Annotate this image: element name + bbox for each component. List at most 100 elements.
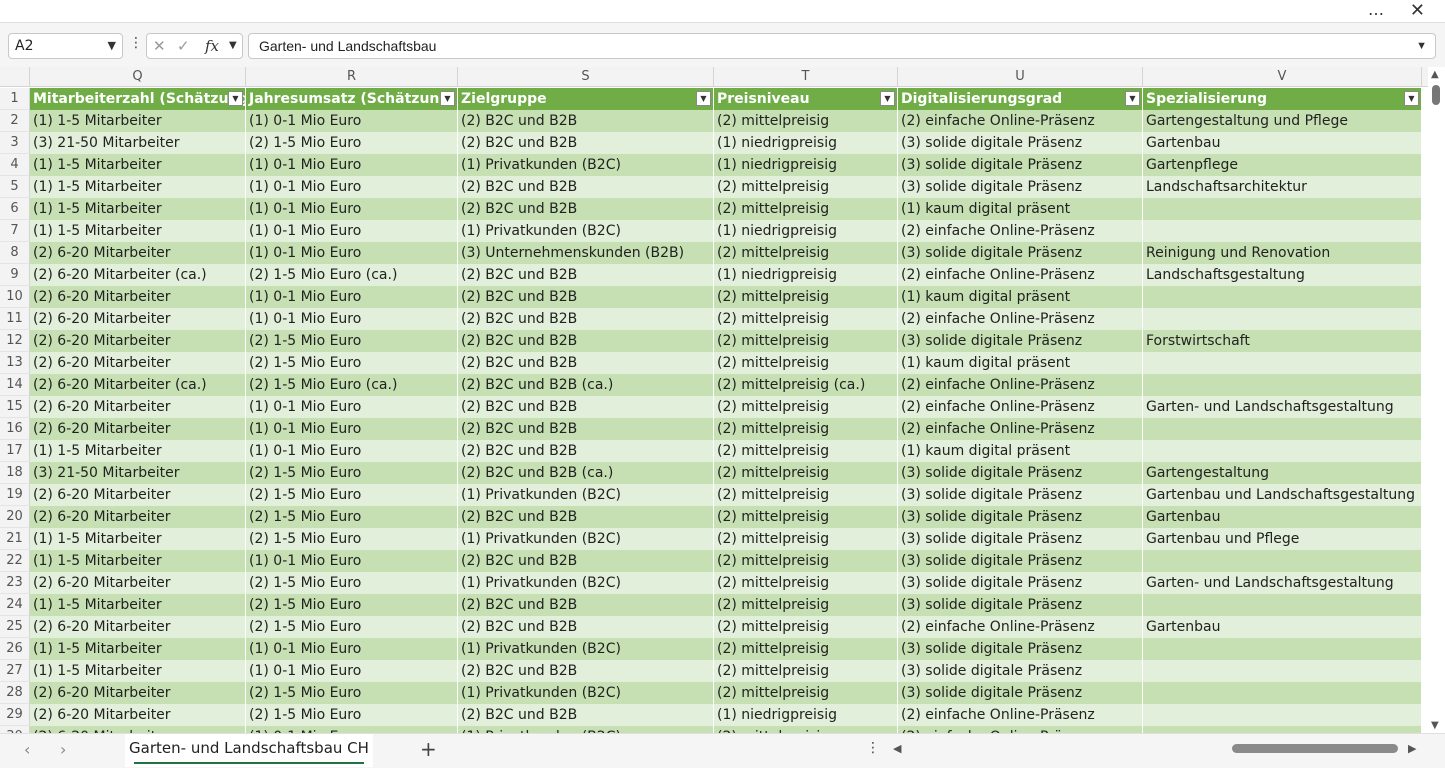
row-number[interactable]: 26 (0, 638, 30, 660)
table-cell[interactable]: (2) 6-20 Mitarbeiter (30, 308, 246, 330)
table-cell[interactable]: (2) 1-5 Mio Euro (246, 484, 458, 506)
column-header-v[interactable]: V (1143, 67, 1422, 87)
table-cell[interactable]: (2) B2C und B2B (458, 594, 714, 616)
table-cell[interactable]: (3) solide digitale Präsenz (898, 484, 1143, 506)
table-cell[interactable]: (1) kaum digital präsent (898, 286, 1143, 308)
table-cell[interactable]: (2) einfache Online-Präsenz (898, 308, 1143, 330)
table-cell[interactable]: (1) niedrigpreisig (714, 220, 898, 242)
table-cell[interactable]: (2) 6-20 Mitarbeiter (30, 330, 246, 352)
table-cell[interactable]: (1) niedrigpreisig (714, 704, 898, 726)
table-cell[interactable]: (2) mittelpreisig (714, 550, 898, 572)
row-number[interactable]: 9 (0, 264, 30, 286)
table-cell[interactable]: (1) 1-5 Mitarbeiter (30, 594, 246, 616)
horizontal-scroll-thumb[interactable] (1232, 744, 1398, 753)
row-number[interactable]: 16 (0, 418, 30, 440)
table-cell[interactable]: (3) solide digitale Präsenz (898, 132, 1143, 154)
row-number[interactable]: 10 (0, 286, 30, 308)
table-cell[interactable]: (2) 6-20 Mitarbeiter (30, 726, 246, 733)
row-number[interactable]: 5 (0, 176, 30, 198)
table-cell[interactable]: (1) 1-5 Mitarbeiter (30, 660, 246, 682)
table-cell[interactable]: (3) solide digitale Präsenz (898, 660, 1143, 682)
table-cell[interactable]: (1) 0-1 Mio Euro (246, 638, 458, 660)
table-cell[interactable]: (2) B2C und B2B (458, 550, 714, 572)
table-cell[interactable]: Reinigung und Renovation (1143, 242, 1422, 264)
table-cell[interactable]: (2) mittelpreisig (714, 308, 898, 330)
row-number[interactable]: 8 (0, 242, 30, 264)
table-cell[interactable]: (2) B2C und B2B (458, 704, 714, 726)
table-cell[interactable]: (1) 1-5 Mitarbeiter (30, 550, 246, 572)
table-cell[interactable]: (2) 1-5 Mio Euro (246, 616, 458, 638)
table-cell[interactable]: (2) mittelpreisig (714, 176, 898, 198)
row-number[interactable]: 6 (0, 198, 30, 220)
tab-options-icon[interactable]: ⋮ (866, 740, 880, 756)
table-cell[interactable]: Forstwirtschaft (1143, 330, 1422, 352)
row-number[interactable]: 12 (0, 330, 30, 352)
formula-bar-handle-icon[interactable]: ⋮ (129, 35, 143, 51)
table-cell[interactable]: (1) Privatkunden (B2C) (458, 484, 714, 506)
table-cell[interactable]: (3) solide digitale Präsenz (898, 638, 1143, 660)
table-cell[interactable] (1143, 638, 1422, 660)
row-number[interactable]: 3 (0, 132, 30, 154)
row-number[interactable]: 13 (0, 352, 30, 374)
row-number[interactable]: 20 (0, 506, 30, 528)
table-cell[interactable]: (2) mittelpreisig (714, 462, 898, 484)
table-cell[interactable]: (2) 1-5 Mio Euro (246, 704, 458, 726)
row-number[interactable]: 27 (0, 660, 30, 682)
table-cell[interactable]: (1) Privatkunden (B2C) (458, 726, 714, 733)
expand-formula-icon[interactable]: ▼ (1416, 34, 1427, 58)
table-cell[interactable]: (2) mittelpreisig (714, 726, 898, 733)
row-number[interactable]: 18 (0, 462, 30, 484)
table-cell[interactable]: (2) B2C und B2B (458, 308, 714, 330)
table-cell[interactable] (1143, 704, 1422, 726)
filter-dropdown-icon[interactable]: ▼ (880, 91, 895, 106)
table-cell[interactable]: (2) mittelpreisig (714, 528, 898, 550)
table-cell[interactable]: (1) 0-1 Mio Euro (246, 176, 458, 198)
table-cell[interactable]: Gartenpflege (1143, 154, 1422, 176)
table-cell[interactable]: (2) einfache Online-Präsenz (898, 726, 1143, 733)
table-cell[interactable] (1143, 660, 1422, 682)
table-cell[interactable]: Gartenbau und Landschaftsgestaltung (1143, 484, 1422, 506)
table-cell[interactable]: (2) B2C und B2B (458, 352, 714, 374)
table-cell[interactable]: (2) B2C und B2B (458, 264, 714, 286)
table-cell[interactable]: (2) einfache Online-Präsenz (898, 396, 1143, 418)
select-all-corner[interactable] (0, 67, 30, 87)
table-cell[interactable]: (1) 1-5 Mitarbeiter (30, 176, 246, 198)
table-cell[interactable]: (2) B2C und B2B (458, 396, 714, 418)
table-cell[interactable]: (1) 0-1 Mio Euro (246, 660, 458, 682)
table-cell[interactable]: (2) mittelpreisig (714, 594, 898, 616)
table-cell[interactable]: (1) kaum digital präsent (898, 198, 1143, 220)
column-header-s[interactable]: S (458, 67, 714, 87)
table-cell[interactable]: (3) 21-50 Mitarbeiter (30, 132, 246, 154)
table-cell[interactable]: (2) 1-5 Mio Euro (246, 506, 458, 528)
table-cell[interactable]: Gartengestaltung und Pflege (1143, 110, 1422, 132)
table-cell[interactable]: (1) 0-1 Mio Euro (246, 418, 458, 440)
row-number[interactable]: 28 (0, 682, 30, 704)
table-cell[interactable]: (1) niedrigpreisig (714, 132, 898, 154)
table-cell[interactable]: (1) 0-1 Mio Euro (246, 440, 458, 462)
row-number[interactable]: 21 (0, 528, 30, 550)
table-cell[interactable]: (1) 1-5 Mitarbeiter (30, 528, 246, 550)
table-cell[interactable]: (2) 1-5 Mio Euro (ca.) (246, 374, 458, 396)
table-cell[interactable]: (2) einfache Online-Präsenz (898, 616, 1143, 638)
table-cell[interactable] (1143, 726, 1422, 733)
table-cell[interactable]: (2) mittelpreisig (714, 682, 898, 704)
table-cell[interactable]: (1) kaum digital präsent (898, 440, 1143, 462)
table-cell[interactable]: (2) B2C und B2B (458, 198, 714, 220)
header-cell[interactable]: Mitarbeiterzahl (Schätzung) ▼ (30, 88, 246, 110)
table-cell[interactable]: (3) solide digitale Präsenz (898, 242, 1143, 264)
table-cell[interactable]: (2) einfache Online-Präsenz (898, 704, 1143, 726)
table-cell[interactable]: (2) 6-20 Mitarbeiter (30, 572, 246, 594)
name-box[interactable]: A2 ▼ (8, 33, 123, 59)
filter-dropdown-icon[interactable]: ▼ (696, 91, 711, 106)
table-cell[interactable]: (2) mittelpreisig (714, 484, 898, 506)
filter-dropdown-icon[interactable]: ▼ (228, 91, 243, 106)
table-cell[interactable]: (1) 0-1 Mio Euro (246, 198, 458, 220)
row-number[interactable]: 14 (0, 374, 30, 396)
table-cell[interactable]: (2) mittelpreisig (714, 638, 898, 660)
scroll-down-icon[interactable]: ▼ (1431, 720, 1439, 731)
table-cell[interactable]: (2) B2C und B2B (458, 660, 714, 682)
vertical-scrollbar[interactable]: ▲ ▼ (1428, 67, 1445, 733)
table-cell[interactable]: (1) Privatkunden (B2C) (458, 572, 714, 594)
table-cell[interactable]: (3) solide digitale Präsenz (898, 176, 1143, 198)
header-cell[interactable]: Spezialisierung ▼ (1143, 88, 1422, 110)
